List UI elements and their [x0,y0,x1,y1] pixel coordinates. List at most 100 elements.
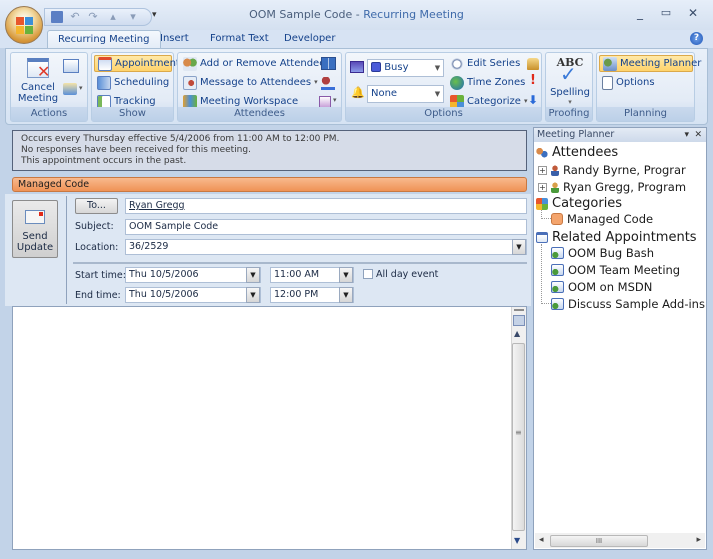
tab-insert[interactable]: Insert [150,30,199,48]
scheduling-button[interactable]: Scheduling [94,74,172,91]
ruler-icon[interactable] [513,315,525,326]
group-label-show: Show [92,107,173,121]
attendee-item[interactable]: + Randy Byrne, Prograr [538,163,686,177]
related-appointment-name: OOM Bug Bash [568,246,655,260]
related-appointment-item[interactable]: OOM on MSDN [551,280,652,294]
spelling-label: Spelling [550,87,590,98]
checkmark-icon: ✓ [560,62,577,86]
office-logo-icon-part [25,17,33,25]
group-label-options: Options [346,107,541,121]
end-time-label: End time: [75,290,121,301]
planner-close-icon[interactable]: ✕ [694,128,702,142]
forward-icon[interactable] [63,83,77,95]
split-handle[interactable] [514,309,524,311]
attendee-item[interactable]: + Ryan Gregg, Program [538,180,686,194]
related-appointment-item[interactable]: Discuss Sample Add-ins [551,297,705,311]
group-label-proofing: Proofing [546,107,592,121]
add-remove-attendees-button[interactable]: Add or Remove Attendees [180,55,334,72]
cancel-x-icon: ✕ [37,62,51,81]
end-date-dropdown[interactable]: ▼ [246,287,260,303]
expand-icon[interactable]: + [538,182,547,192]
address-book-icon[interactable] [321,57,336,70]
response-dropdown-icon[interactable]: ▾ [333,96,337,104]
globe-icon [450,75,464,90]
tab-recurring-meeting[interactable]: Recurring Meeting [47,30,161,48]
group-label-actions: Actions [11,107,87,121]
planning-options-button[interactable]: Options [599,74,658,91]
location-dropdown-button[interactable]: ▼ [512,239,526,255]
busy-color-icon [371,62,381,72]
all-day-label: All day event [376,269,439,280]
related-appointment-item[interactable]: OOM Bug Bash [551,246,654,260]
related-appointment-name: OOM on MSDN [568,280,653,294]
group-show: Appointment Scheduling Tracking Show [91,52,180,122]
maximize-button[interactable]: ▭ [656,6,676,19]
start-date-dropdown[interactable]: ▼ [246,267,260,283]
subject-field[interactable]: OOM Sample Code [125,219,527,235]
category-item[interactable]: Managed Code [551,212,653,226]
tab-developer[interactable]: Developer [274,30,345,48]
tab-format-text[interactable]: Format Text [200,30,279,48]
send-update-button[interactable]: Send Update [12,200,58,258]
time-separator [73,262,527,264]
expand-icon[interactable]: + [538,165,547,175]
scheduling-icon [97,75,111,90]
scroll-right-icon[interactable]: ▸ [696,535,701,545]
location-label: Location: [75,242,119,253]
location-field[interactable]: 36/2529 [125,239,527,255]
categories-node[interactable]: Categories [536,196,622,211]
meeting-planner-button[interactable]: Meeting Planner [599,55,701,72]
related-appointment-name: OOM Team Meeting [568,263,681,277]
body-scroll-thumb[interactable]: ≡ [512,343,525,531]
low-importance-icon[interactable]: ⬇ [528,93,538,107]
planner-header: Meeting Planner ▾ ✕ [534,128,706,142]
message-body[interactable] [12,306,527,550]
meeting-icon [551,247,564,259]
spelling-dropdown-icon: ▾ [568,98,572,106]
attendees-node[interactable]: Attendees [536,145,618,160]
end-time-dropdown[interactable]: ▼ [339,287,353,303]
to-field[interactable]: Ryan Gregg [125,198,527,214]
related-appointments-node[interactable]: Related Appointments [536,230,697,245]
end-date-field[interactable]: Thu 10/5/2006 [125,287,261,303]
start-time-dropdown[interactable]: ▼ [339,267,353,283]
planner-scroll-thumb[interactable]: III [550,535,648,547]
show-as-icon [350,61,364,73]
cancel-meeting-button[interactable]: ✕ Cancel Meeting [17,56,59,106]
app-title: Recurring Meeting [363,8,464,21]
scroll-up-icon[interactable]: ▲ [514,329,520,338]
high-importance-icon[interactable]: ! [530,73,536,88]
view-icon[interactable] [63,59,79,73]
to-button[interactable]: To... [75,198,118,214]
time-zones-label: Time Zones [467,77,526,88]
group-proofing: ABC ✓ Spelling ▾ Proofing [545,52,593,122]
group-label-planning: Planning [597,107,694,121]
help-icon[interactable]: ? [690,32,703,45]
check-names-icon[interactable] [321,77,335,90]
attendees-label: Attendees [552,145,619,160]
category-bar: Managed Code [12,177,527,192]
office-button[interactable] [5,6,43,44]
send-label-line2: Update [16,242,54,253]
start-date-field[interactable]: Thu 10/5/2006 [125,267,261,283]
minimize-button[interactable]: _ [630,6,650,20]
info-bar: Occurs every Thursday effective 5/4/2006… [12,130,527,171]
scroll-left-icon[interactable]: ◂ [539,535,544,545]
scroll-down-icon[interactable]: ▼ [514,536,520,545]
planner-menu-icon[interactable]: ▾ [684,128,689,142]
related-appointment-item[interactable]: OOM Team Meeting [551,263,680,277]
private-lock-icon[interactable] [527,58,539,70]
reminder-dropdown[interactable]: None ▼ [367,85,444,103]
category-color-icon [551,213,563,225]
message-to-attendees-button[interactable]: Message to Attendees ▾ [180,74,321,91]
appointment-button[interactable]: Appointment [94,55,180,72]
time-zones-button[interactable]: Time Zones [447,74,528,91]
forward-dropdown-icon[interactable]: ▾ [79,84,83,92]
close-button[interactable]: ✕ [683,6,703,20]
planning-options-label: Options [616,77,655,88]
person-icon [551,164,559,176]
all-day-checkbox[interactable] [363,269,373,279]
edit-series-button[interactable]: Edit Series [447,55,523,72]
show-as-dropdown[interactable]: Busy ▼ [367,59,444,77]
spelling-button[interactable]: ABC ✓ Spelling ▾ [548,54,592,108]
